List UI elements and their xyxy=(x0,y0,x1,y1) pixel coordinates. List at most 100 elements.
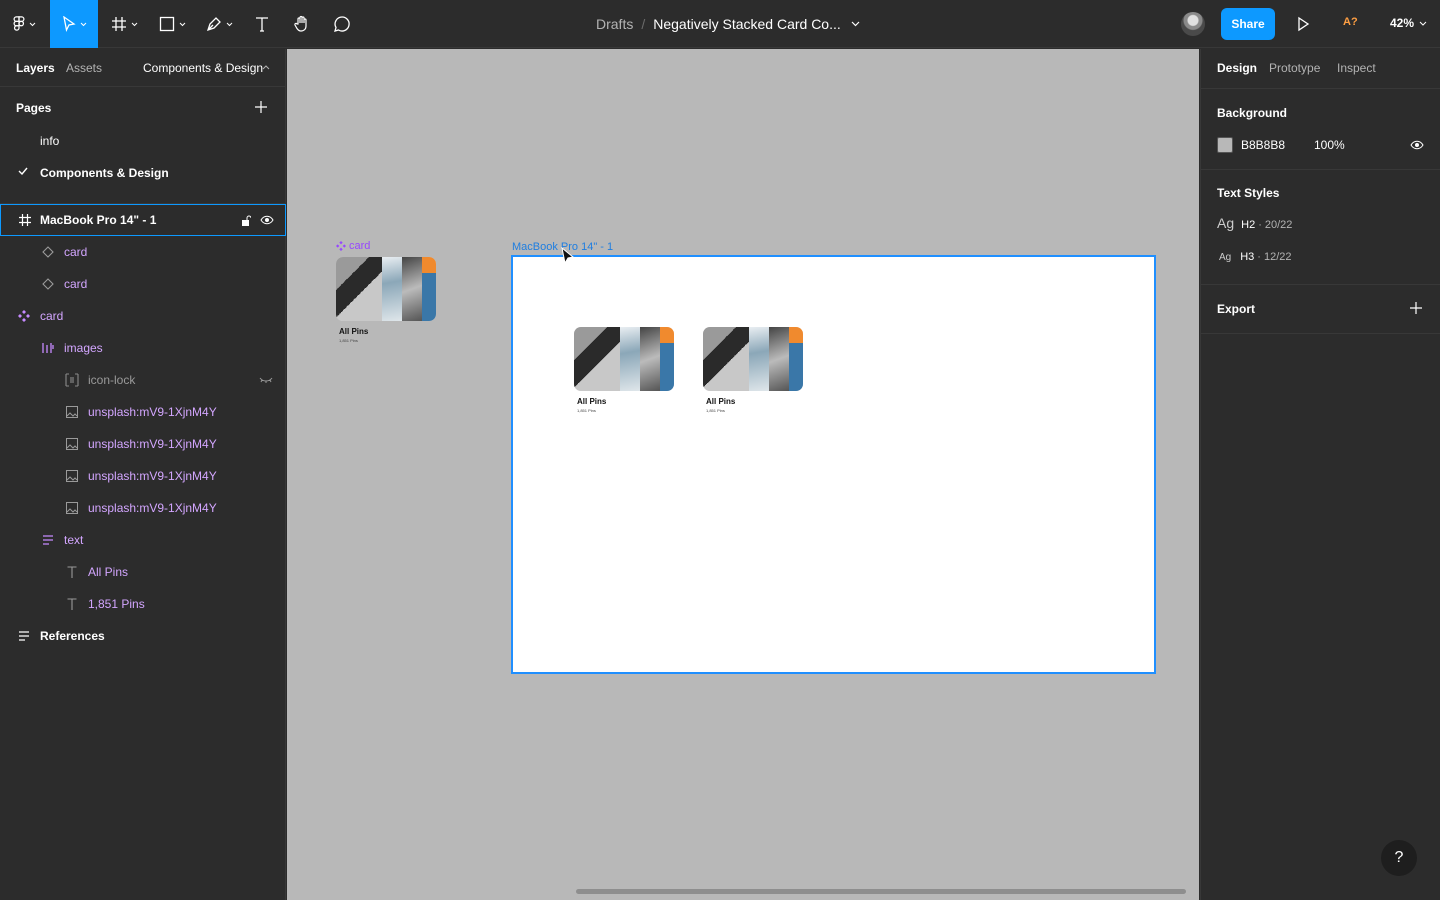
divider xyxy=(1201,169,1440,170)
card-image xyxy=(769,327,789,391)
card-instance[interactable]: All Pins 1,851 Pins xyxy=(574,327,674,413)
main-menu-button[interactable] xyxy=(0,0,48,48)
right-panel: Design Prototype Inspect Background B8B8… xyxy=(1200,49,1440,900)
background-heading: Background xyxy=(1217,106,1288,120)
macbook-frame[interactable]: All Pins 1,851 Pins All Pins 1,851 Pins xyxy=(511,255,1156,674)
cursor-arrow-icon xyxy=(62,16,76,32)
page-selector[interactable]: Components & Design xyxy=(143,61,263,75)
layer-label: card xyxy=(40,309,64,323)
text-icon xyxy=(65,565,79,579)
background-color-swatch[interactable] xyxy=(1217,137,1233,153)
card-instance[interactable]: All Pins 1,851 Pins xyxy=(703,327,803,413)
layer-image[interactable]: unsplash:mV9-1XjnM4Y xyxy=(0,460,286,492)
page-item-components-design[interactable]: Components & Design xyxy=(40,166,169,180)
play-icon xyxy=(1298,16,1310,32)
component-name-label[interactable]: card xyxy=(336,240,370,252)
card-images xyxy=(574,327,674,391)
comment-tool-button[interactable] xyxy=(326,0,358,48)
layer-image[interactable]: unsplash:mV9-1XjnM4Y xyxy=(0,396,286,428)
layer-text-group[interactable]: text xyxy=(0,524,286,556)
help-button[interactable]: ? xyxy=(1381,840,1417,876)
chevron-up-icon[interactable] xyxy=(262,65,270,70)
add-page-icon[interactable] xyxy=(255,101,267,113)
layer-image[interactable]: unsplash:mV9-1XjnM4Y xyxy=(0,428,286,460)
share-button[interactable]: Share xyxy=(1221,8,1275,40)
unlock-icon[interactable] xyxy=(239,213,253,227)
tab-layers[interactable]: Layers xyxy=(16,61,55,75)
background-opacity-input[interactable]: 100% xyxy=(1314,138,1345,152)
present-button[interactable] xyxy=(1296,16,1310,35)
breadcrumb-drafts[interactable]: Drafts xyxy=(596,16,633,32)
layer-references[interactable]: References xyxy=(0,620,286,652)
card-images xyxy=(336,257,436,321)
layer-label: unsplash:mV9-1XjnM4Y xyxy=(88,469,217,483)
layer-text[interactable]: 1,851 Pins xyxy=(0,588,286,620)
card-images xyxy=(703,327,803,391)
zoom-level: 42% xyxy=(1390,16,1415,30)
tab-assets[interactable]: Assets xyxy=(66,61,102,75)
eye-closed-icon[interactable] xyxy=(259,373,273,387)
file-title[interactable]: Drafts / Negatively Stacked Card Co... xyxy=(596,0,860,48)
component-icon xyxy=(17,309,31,323)
zoom-dropdown[interactable]: 42% xyxy=(1390,16,1427,30)
tab-inspect[interactable]: Inspect xyxy=(1337,61,1376,75)
image-icon xyxy=(65,501,79,515)
layer-frame-macbook[interactable]: MacBook Pro 14" - 1 xyxy=(0,204,286,236)
layer-card-component[interactable]: card xyxy=(0,300,286,332)
user-avatar[interactable] xyxy=(1181,12,1205,36)
layer-card-instance[interactable]: card xyxy=(0,268,286,300)
pen-tool-button[interactable] xyxy=(198,0,240,48)
left-panel: Layers Assets Components & Design Pages … xyxy=(0,49,286,900)
card-image xyxy=(660,327,674,391)
canvas[interactable]: card All Pins 1,851 Pins MacBook Pro 14"… xyxy=(287,49,1199,900)
card-component[interactable]: All Pins 1,851 Pins xyxy=(336,257,436,343)
instance-icon xyxy=(41,277,55,291)
tab-prototype[interactable]: Prototype xyxy=(1269,61,1320,75)
instance-icon xyxy=(41,245,55,259)
text-style-h2[interactable]: Ag H2 · 20/22 xyxy=(1217,215,1292,231)
move-tool-button[interactable] xyxy=(50,0,98,48)
chevron-down-icon xyxy=(29,22,35,26)
layer-label: images xyxy=(64,341,103,355)
card-image xyxy=(422,257,436,321)
layer-label: References xyxy=(40,629,105,643)
layer-label: unsplash:mV9-1XjnM4Y xyxy=(88,405,217,419)
pen-icon xyxy=(206,17,221,32)
shape-tool-button[interactable] xyxy=(152,0,192,48)
left-tabs: Layers Assets Components & Design xyxy=(0,49,285,87)
rectangle-icon xyxy=(159,16,174,32)
layer-image[interactable]: unsplash:mV9-1XjnM4Y xyxy=(0,492,286,524)
document-title[interactable]: Negatively Stacked Card Co... xyxy=(653,16,841,32)
image-icon xyxy=(65,469,79,483)
layer-text[interactable]: All Pins xyxy=(0,556,286,588)
autolayout-horizontal-icon xyxy=(41,341,55,355)
hash-frame-icon xyxy=(111,17,126,31)
horizontal-scrollbar[interactable] xyxy=(576,889,1186,894)
text-tool-button[interactable] xyxy=(246,0,278,48)
text-style-spec: 20/22 xyxy=(1264,219,1293,231)
tab-design[interactable]: Design xyxy=(1217,61,1257,75)
toolbar: Drafts / Negatively Stacked Card Co... S… xyxy=(0,0,1440,48)
autolayout-vertical-icon xyxy=(17,629,31,643)
layer-icon-lock[interactable]: icon-lock xyxy=(0,364,286,396)
collaborator-badge[interactable]: A? xyxy=(1343,16,1358,28)
layer-label: MacBook Pro 14" - 1 xyxy=(40,213,157,227)
text-tool-icon xyxy=(256,17,268,32)
eye-icon[interactable] xyxy=(1410,140,1424,150)
page-item-info[interactable]: info xyxy=(40,134,59,148)
image-icon xyxy=(65,405,79,419)
layer-images[interactable]: images xyxy=(0,332,286,364)
card-subtitle: 1,851 Pins xyxy=(577,408,596,413)
background-hex-input[interactable]: B8B8B8 xyxy=(1241,138,1285,152)
eye-icon[interactable] xyxy=(260,213,274,227)
card-title: All Pins xyxy=(339,327,369,336)
text-style-h3[interactable]: Ag H3 · 12/22 xyxy=(1219,251,1292,263)
image-icon xyxy=(65,437,79,451)
chevron-down-icon[interactable] xyxy=(851,21,860,27)
add-export-icon[interactable] xyxy=(1410,302,1422,314)
layer-label: unsplash:mV9-1XjnM4Y xyxy=(88,501,217,515)
layer-card-instance[interactable]: card xyxy=(0,236,286,268)
hand-tool-button[interactable] xyxy=(286,0,318,48)
frame-tool-button[interactable] xyxy=(104,0,144,48)
card-subtitle: 1,851 Pins xyxy=(339,338,358,343)
